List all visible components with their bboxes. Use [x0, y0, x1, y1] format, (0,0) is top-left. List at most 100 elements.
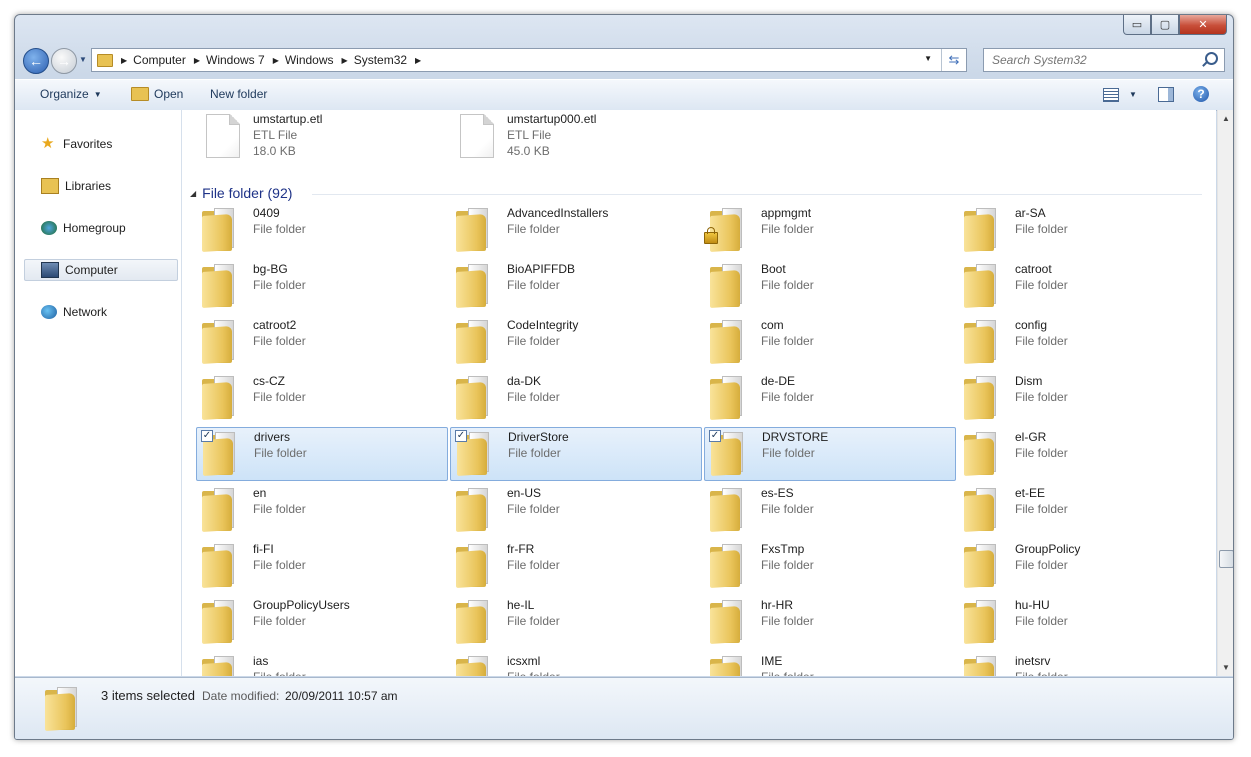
- chevron-right-icon[interactable]: ▶: [342, 56, 348, 65]
- collapse-group-icon[interactable]: ◢: [190, 189, 196, 198]
- folder-item[interactable]: GroupPolicyUsers File folder: [196, 596, 446, 648]
- open-button[interactable]: Open: [131, 87, 183, 101]
- selection-checkbox[interactable]: ✓: [455, 430, 467, 442]
- chevron-right-icon[interactable]: ▶: [273, 56, 279, 65]
- folder-item[interactable]: icsxml File folder: [450, 652, 700, 676]
- folder-type: File folder: [1015, 614, 1068, 628]
- organize-button[interactable]: Organize ▼: [40, 87, 102, 101]
- folder-item[interactable]: ✓ DriverStore File folder: [450, 427, 702, 481]
- folder-item[interactable]: 0409 File folder: [196, 204, 446, 256]
- folder-item[interactable]: en File folder: [196, 484, 446, 536]
- folder-item[interactable]: GroupPolicy File folder: [958, 540, 1208, 592]
- sidebar-item-computer[interactable]: Computer: [24, 259, 178, 281]
- folder-item[interactable]: fi-FI File folder: [196, 540, 446, 592]
- refresh-button[interactable]: ⇆: [941, 49, 966, 71]
- chevron-right-icon[interactable]: ▶: [194, 56, 200, 65]
- folder-type: File folder: [253, 558, 306, 572]
- address-dropdown-icon[interactable]: ▼: [924, 54, 932, 63]
- breadcrumb-item[interactable]: Windows 7 ▶: [206, 53, 285, 67]
- folder-item[interactable]: cs-CZ File folder: [196, 372, 446, 424]
- search-icon[interactable]: [1205, 52, 1218, 65]
- scroll-up-icon[interactable]: ▲: [1222, 114, 1230, 123]
- folder-item[interactable]: CodeIntegrity File folder: [450, 316, 700, 368]
- folder-item[interactable]: IME File folder: [704, 652, 954, 676]
- change-view-icon[interactable]: [1103, 88, 1119, 102]
- folder-name: drivers: [254, 430, 291, 444]
- file-item[interactable]: umstartup000.etl ETL File 45.0 KB: [450, 110, 700, 162]
- file-name: umstartup000.etl: [507, 112, 597, 126]
- group-header[interactable]: ◢ File folder (92): [190, 185, 292, 201]
- maximize-button[interactable]: ▢: [1151, 15, 1179, 35]
- folder-item[interactable]: BioAPIFFDB File folder: [450, 260, 700, 312]
- folder-item[interactable]: AdvancedInstallers File folder: [450, 204, 700, 256]
- folder-item[interactable]: catroot File folder: [958, 260, 1208, 312]
- minimize-button[interactable]: ▭: [1123, 15, 1151, 35]
- sidebar-item-homegroup[interactable]: Homegroup: [25, 218, 177, 238]
- folder-item[interactable]: hr-HR File folder: [704, 596, 954, 648]
- chevron-right-icon[interactable]: ▶: [415, 56, 421, 65]
- folder-type: File folder: [253, 390, 306, 404]
- folder-item[interactable]: es-ES File folder: [704, 484, 954, 536]
- folder-item[interactable]: da-DK File folder: [450, 372, 700, 424]
- folder-item[interactable]: FxsTmp File folder: [704, 540, 954, 592]
- folder-item[interactable]: config File folder: [958, 316, 1208, 368]
- folder-item[interactable]: ✓ drivers File folder: [196, 427, 448, 481]
- folder-icon: [710, 655, 742, 676]
- folder-item[interactable]: inetsrv File folder: [958, 652, 1208, 676]
- folder-item[interactable]: et-EE File folder: [958, 484, 1208, 536]
- new-folder-button[interactable]: New folder: [210, 87, 267, 101]
- back-button[interactable]: ←: [23, 48, 49, 74]
- folder-name: fr-FR: [507, 542, 535, 556]
- selection-checkbox[interactable]: ✓: [709, 430, 721, 442]
- breadcrumb-label: Computer: [133, 53, 186, 67]
- file-list[interactable]: umstartup.etl ETL File 18.0 KB umstartup…: [182, 110, 1216, 676]
- folder-item[interactable]: com File folder: [704, 316, 954, 368]
- folder-item[interactable]: ✓ DRVSTORE File folder: [704, 427, 956, 481]
- forward-button[interactable]: →: [51, 48, 77, 74]
- chevron-right-icon[interactable]: ▶: [121, 56, 127, 65]
- help-icon[interactable]: ?: [1193, 86, 1209, 102]
- libraries-icon: [41, 178, 59, 194]
- folder-icon: [964, 655, 996, 676]
- close-button[interactable]: ✕: [1179, 15, 1227, 35]
- breadcrumb-item[interactable]: System32 ▶: [354, 53, 428, 67]
- folder-icon: [202, 655, 234, 676]
- sidebar-item-network[interactable]: Network: [25, 302, 177, 322]
- folder-item[interactable]: appmgmt File folder: [704, 204, 954, 256]
- folder-item[interactable]: en-US File folder: [450, 484, 700, 536]
- selection-checkbox[interactable]: ✓: [201, 430, 213, 442]
- folder-icon: [456, 207, 488, 253]
- views-dropdown-icon[interactable]: ▼: [1129, 90, 1137, 99]
- folder-item[interactable]: fr-FR File folder: [450, 540, 700, 592]
- recent-pages-dropdown-icon[interactable]: ▼: [79, 55, 87, 64]
- folder-item[interactable]: Dism File folder: [958, 372, 1208, 424]
- folder-item[interactable]: catroot2 File folder: [196, 316, 446, 368]
- folder-item[interactable]: bg-BG File folder: [196, 260, 446, 312]
- folder-item[interactable]: hu-HU File folder: [958, 596, 1208, 648]
- scrollbar-thumb[interactable]: [1219, 550, 1233, 568]
- folder-item[interactable]: ar-SA File folder: [958, 204, 1208, 256]
- folder-name: fi-FI: [253, 542, 274, 556]
- scroll-down-icon[interactable]: ▼: [1222, 663, 1230, 672]
- vertical-scrollbar[interactable]: ▲ ▼: [1217, 110, 1233, 676]
- folder-item[interactable]: ias File folder: [196, 652, 446, 676]
- folder-icon: [202, 319, 234, 365]
- folder-item[interactable]: el-GR File folder: [958, 428, 1208, 480]
- breadcrumb-item[interactable]: Computer ▶: [133, 53, 206, 67]
- folder-type: File folder: [1015, 278, 1068, 292]
- search-input[interactable]: [990, 49, 1194, 71]
- folder-item[interactable]: de-DE File folder: [704, 372, 954, 424]
- folder-item[interactable]: he-IL File folder: [450, 596, 700, 648]
- address-bar[interactable]: ▶ Computer ▶ Windows 7 ▶ Windows ▶ System32 ▶ ▼ …: [91, 48, 967, 72]
- folder-icon: [456, 487, 488, 533]
- sidebar-item-favorites[interactable]: ★ Favorites: [25, 134, 177, 154]
- sidebar-item-libraries[interactable]: Libraries: [25, 176, 177, 196]
- file-item[interactable]: umstartup.etl ETL File 18.0 KB: [196, 110, 446, 162]
- preview-pane-icon[interactable]: [1158, 87, 1174, 102]
- folder-icon: [710, 319, 742, 365]
- search-box[interactable]: [983, 48, 1225, 72]
- star-icon: ★: [41, 135, 55, 152]
- folder-name: catroot2: [253, 318, 297, 332]
- breadcrumb-item[interactable]: Windows ▶: [285, 53, 354, 67]
- folder-item[interactable]: Boot File folder: [704, 260, 954, 312]
